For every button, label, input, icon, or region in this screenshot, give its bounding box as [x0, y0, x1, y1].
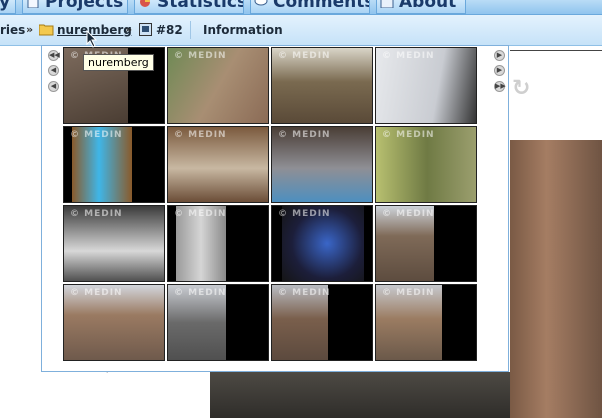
- top-navigation: y Projects Statistics Comments About: [0, 0, 602, 15]
- scroll-prev-icon[interactable]: ◀: [48, 65, 59, 76]
- thumbnail[interactable]: © MEDIN: [271, 205, 373, 282]
- scroll-next-step-icon[interactable]: ▶: [494, 50, 505, 61]
- mouse-cursor-icon: [86, 30, 98, 48]
- folder-icon: [39, 24, 54, 36]
- thumbnail[interactable]: © MEDIN: [167, 205, 269, 282]
- thumbnail[interactable]: © MEDIN: [167, 284, 269, 361]
- watermark: © MEDIN: [278, 51, 331, 61]
- watermark: © MEDIN: [174, 51, 227, 61]
- thumbnail[interactable]: © MEDIN: [375, 47, 477, 124]
- breadcrumb-divider: [190, 21, 191, 39]
- tab-about[interactable]: About: [376, 0, 466, 14]
- breadcrumb-separator: »: [26, 23, 34, 36]
- thumbnail[interactable]: © MEDIN: [167, 47, 269, 124]
- speech-bubble-icon: [254, 0, 268, 6]
- watermark: © MEDIN: [278, 130, 331, 140]
- watermark: © MEDIN: [382, 288, 435, 298]
- thumbnail[interactable]: © MEDIN: [375, 126, 477, 203]
- thumbnail-grid: © MEDIN © MEDIN © MEDIN © MEDIN © MEDIN …: [63, 47, 477, 363]
- watermark: © MEDIN: [382, 51, 435, 61]
- main-photo[interactable]: [510, 140, 602, 418]
- main-photo-bottom[interactable]: [210, 372, 510, 418]
- thumbnail[interactable]: © MEDIN: [167, 126, 269, 203]
- watermark: © MEDIN: [70, 209, 123, 219]
- breadcrumb-galleries[interactable]: ries: [0, 23, 25, 37]
- chart-icon: [140, 0, 150, 7]
- thumbnail[interactable]: © MEDIN: [271, 284, 373, 361]
- tab-comments[interactable]: Comments: [250, 0, 370, 14]
- thumbnail[interactable]: © MEDIN: [375, 284, 477, 361]
- watermark: © MEDIN: [70, 288, 123, 298]
- tab-statistics[interactable]: Statistics: [134, 0, 244, 14]
- watermark: © MEDIN: [278, 288, 331, 298]
- thumbnail[interactable]: © MEDIN: [271, 126, 373, 203]
- thumbnail[interactable]: © MEDIN: [375, 205, 477, 282]
- watermark: © MEDIN: [382, 209, 435, 219]
- watermark: © MEDIN: [174, 288, 227, 298]
- scroll-last-icon[interactable]: ▶▶: [494, 81, 506, 92]
- content-divider: [510, 50, 602, 51]
- image-icon: [139, 23, 152, 36]
- scroll-first-icon[interactable]: ◀◀: [48, 50, 60, 61]
- tab-label: Comments: [273, 0, 370, 12]
- gallery-popup: ◀◀ ◀ ◀ ▶ ▶ ▶▶ © MEDIN © MEDIN © MEDIN © …: [41, 45, 509, 372]
- refresh-icon[interactable]: ↻: [512, 76, 530, 101]
- scroll-prev-step-icon[interactable]: ◀: [48, 81, 59, 92]
- tab-projects[interactable]: Projects: [22, 0, 128, 14]
- info-icon: [380, 0, 394, 8]
- thumbnail[interactable]: © MEDIN: [271, 47, 373, 124]
- document-icon: [27, 0, 39, 8]
- thumbnail[interactable]: © MEDIN: [63, 284, 165, 361]
- scroll-next-icon[interactable]: ▶: [494, 65, 505, 76]
- tab-label: Projects: [45, 0, 124, 12]
- breadcrumb-photo-number[interactable]: #82: [156, 23, 183, 37]
- thumbnail[interactable]: © MEDIN: [63, 205, 165, 282]
- watermark: © MEDIN: [278, 209, 331, 219]
- tab-galleries[interactable]: y: [0, 0, 16, 14]
- breadcrumb-separator: »: [125, 23, 133, 36]
- tab-label: y: [0, 0, 11, 12]
- watermark: © MEDIN: [70, 130, 123, 140]
- tooltip: nuremberg: [83, 54, 154, 71]
- watermark: © MEDIN: [174, 130, 227, 140]
- watermark: © MEDIN: [382, 130, 435, 140]
- tab-label: About: [399, 0, 457, 12]
- tab-label: Statistics: [157, 0, 244, 12]
- watermark: © MEDIN: [174, 209, 227, 219]
- breadcrumb-information[interactable]: Information: [203, 23, 283, 37]
- thumbnail[interactable]: © MEDIN: [63, 126, 165, 203]
